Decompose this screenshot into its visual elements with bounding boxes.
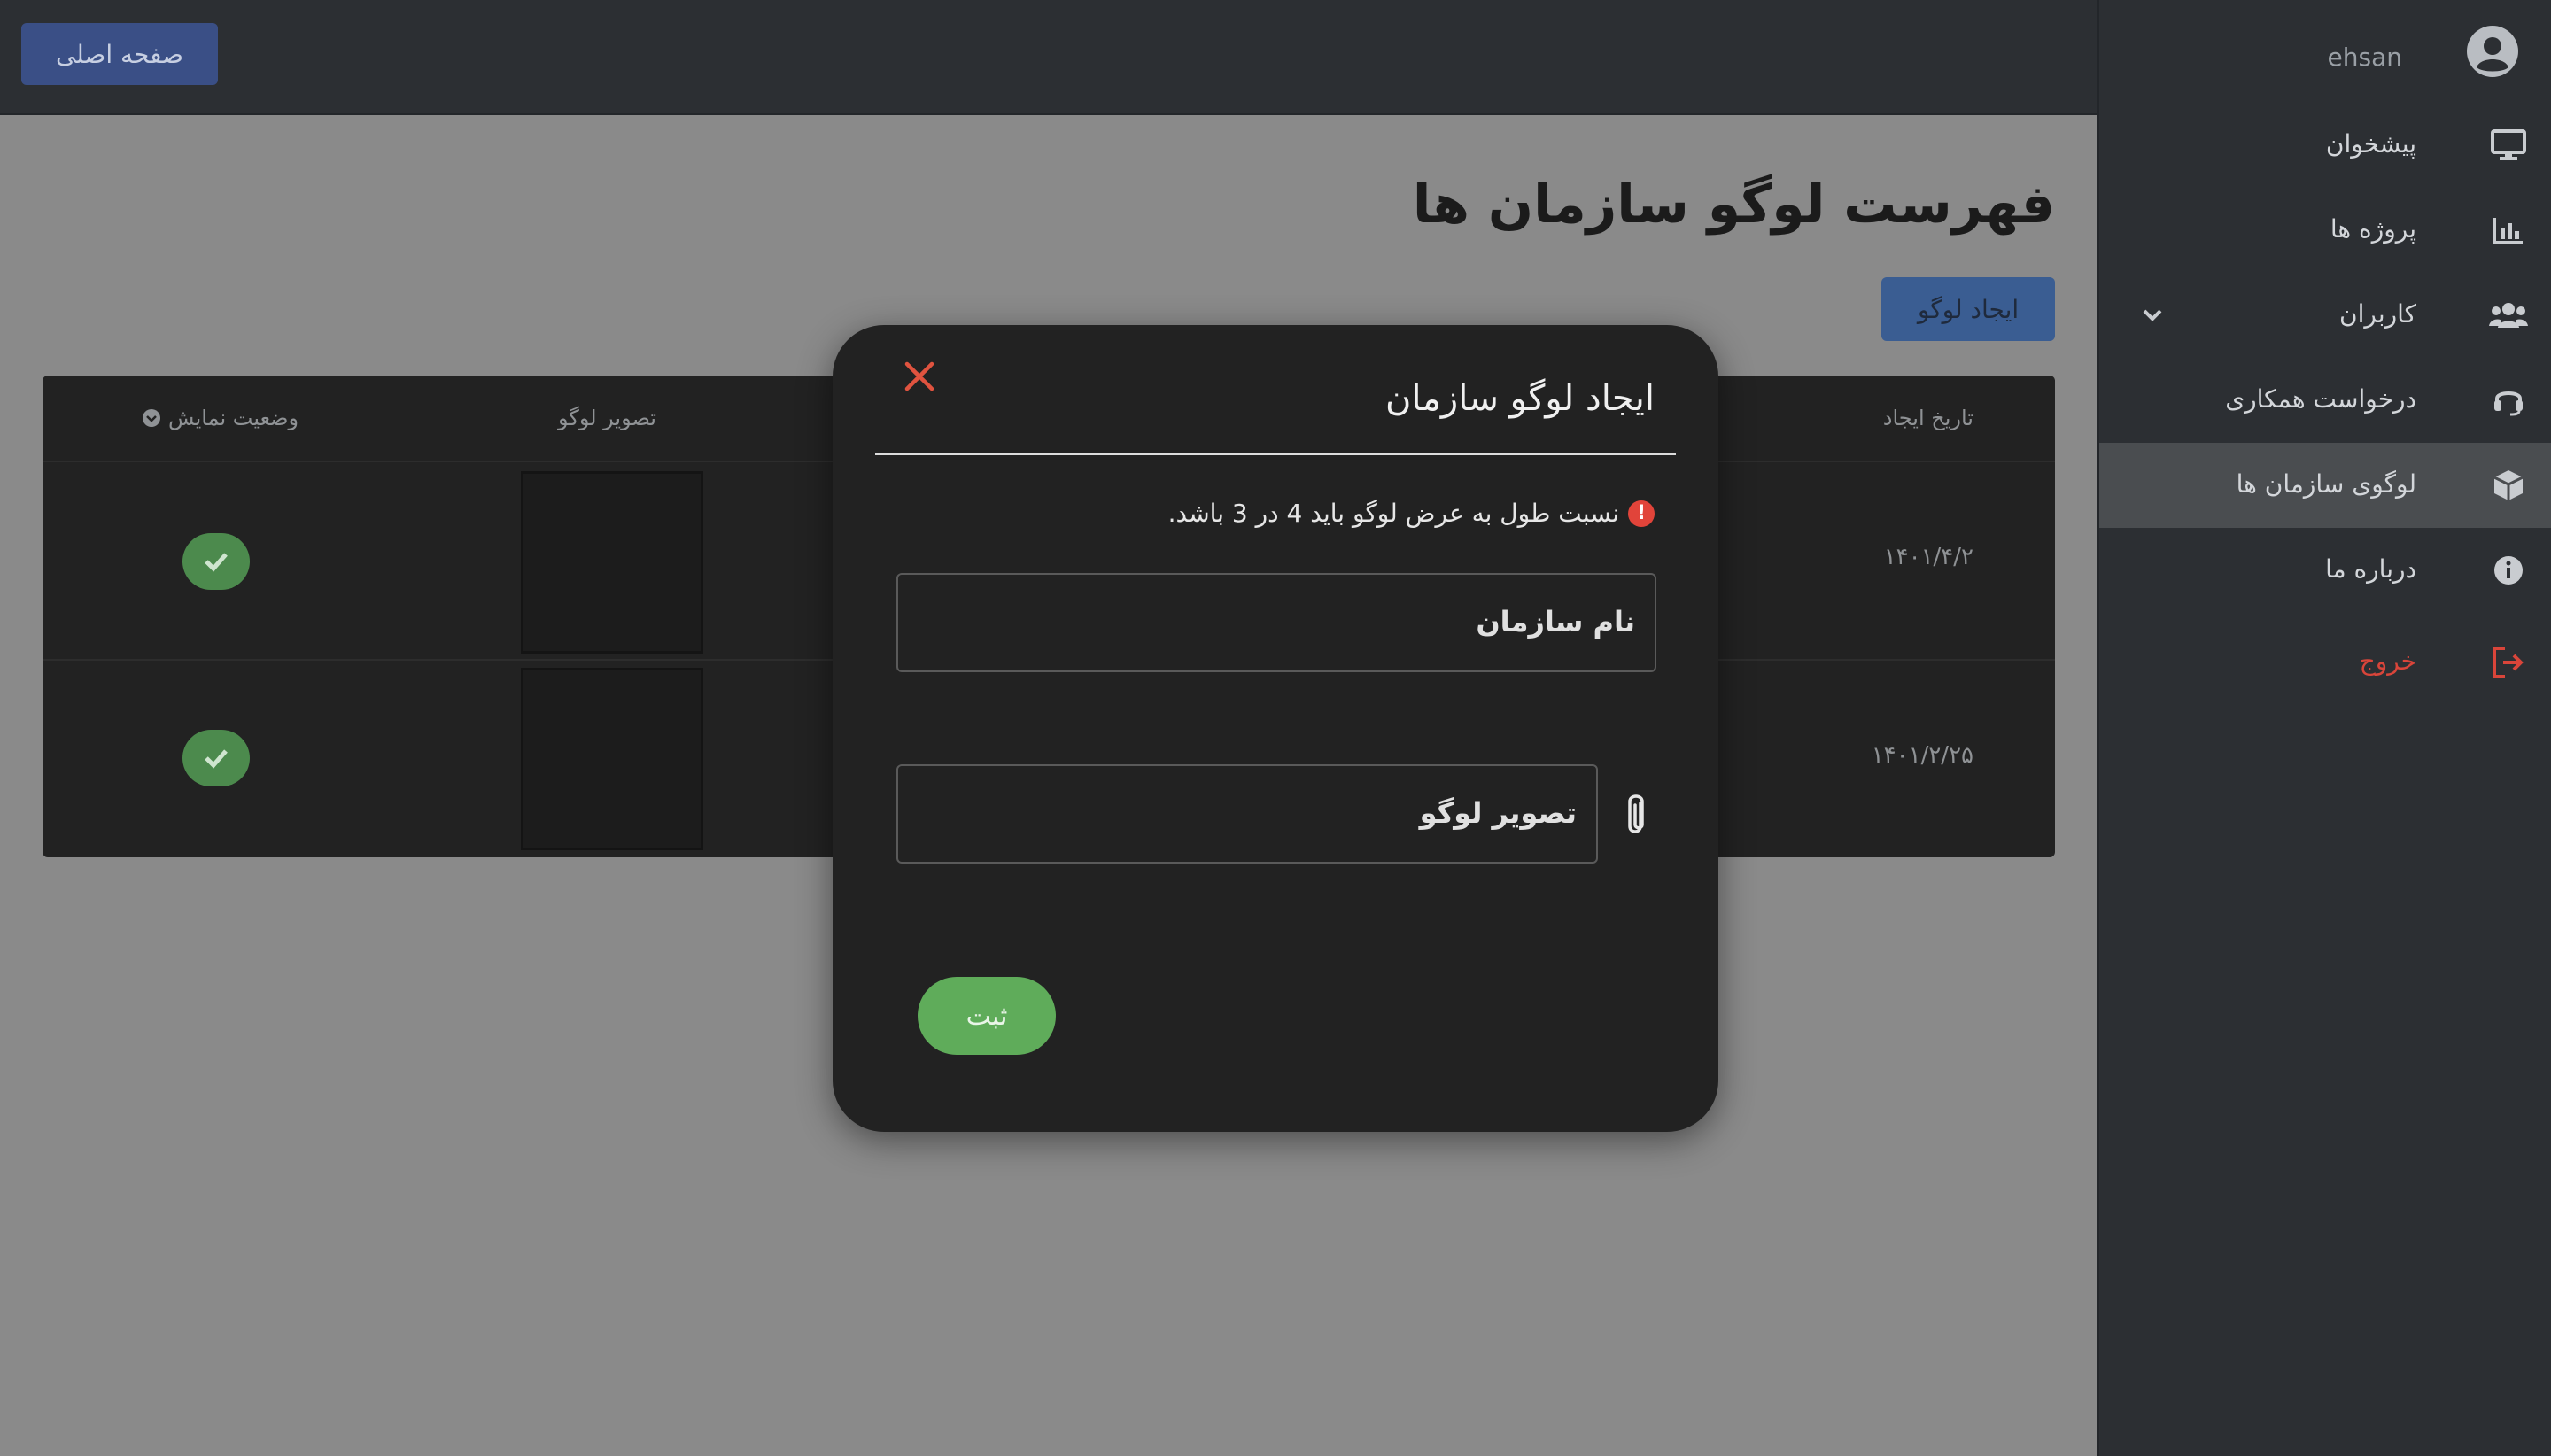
sidebar-item-cooperation[interactable]: درخواست همکاری xyxy=(2099,358,2551,443)
desktop-icon xyxy=(2489,126,2528,165)
paperclip-icon[interactable] xyxy=(1616,791,1655,840)
modal-title: ایجاد لوگو سازمان xyxy=(1384,378,1655,419)
sidebar-item-label: درباره ما xyxy=(2325,554,2416,584)
top-bar: صفحه اصلی xyxy=(0,0,2097,115)
column-header-status-label: وضعیت نمایش xyxy=(168,406,299,430)
column-header-date: تاریخ ایجاد xyxy=(1882,406,1973,430)
ratio-note-text: نسبت طول به عرض لوگو باید 4 در 3 باشد. xyxy=(1167,499,1619,528)
users-icon xyxy=(2489,296,2528,335)
org-name-field[interactable]: نام سازمان xyxy=(896,573,1656,672)
headset-icon xyxy=(2489,381,2528,420)
chevron-down-icon xyxy=(2143,309,2162,321)
exclamation-icon: ! xyxy=(1628,500,1655,527)
info-icon xyxy=(2489,551,2528,590)
divider xyxy=(875,453,1676,455)
home-button[interactable]: صفحه اصلی xyxy=(21,23,218,85)
sidebar-item-label: خروج xyxy=(2359,647,2416,676)
sidebar-item-label: لوگوی سازمان ها xyxy=(2236,469,2416,499)
ratio-note: ! نسبت طول به عرض لوگو باید 4 در 3 باشد. xyxy=(1168,499,1655,528)
close-icon[interactable] xyxy=(900,357,939,396)
box-icon xyxy=(2489,466,2528,505)
created-date: ۱۴۰۱/۴/۲ xyxy=(1883,544,1973,570)
sidebar-item-users[interactable]: کاربران xyxy=(2099,273,2551,358)
logout-icon xyxy=(2489,643,2528,682)
chevron-circle-down-icon[interactable] xyxy=(142,408,161,428)
org-name-placeholder: نام سازمان xyxy=(1476,605,1635,639)
sidebar-item-logout[interactable]: خروج xyxy=(2099,620,2551,705)
sidebar-item-label: کاربران xyxy=(2339,299,2416,329)
sidebar-item-projects[interactable]: پروژه ها xyxy=(2099,188,2551,273)
logo-thumbnail xyxy=(521,668,703,850)
column-header-status: وضعیت نمایش xyxy=(142,406,299,430)
submit-button[interactable]: ثبت xyxy=(918,977,1056,1055)
sidebar: ehsan پیشخوان پروژه ها کاربران درخواست ه… xyxy=(2097,0,2551,1456)
user-name: ehsan xyxy=(2327,43,2402,72)
create-logo-modal: ایجاد لوگو سازمان ! نسبت طول به عرض لوگو… xyxy=(833,325,1718,1132)
create-logo-button[interactable]: ایجاد لوگو xyxy=(1881,277,2055,341)
chart-bar-icon xyxy=(2489,211,2528,250)
logo-thumbnail xyxy=(521,471,703,654)
created-date: ۱۴۰۱/۲/۲۵ xyxy=(1871,742,1973,769)
logo-file-field[interactable]: تصویر لوگو xyxy=(896,764,1598,864)
sidebar-item-label: درخواست همکاری xyxy=(2225,384,2416,414)
page-title: فهرست لوگو سازمان ها xyxy=(1412,174,2055,236)
status-check-icon[interactable] xyxy=(182,533,250,590)
logo-file-placeholder: تصویر لوگو xyxy=(1419,796,1577,830)
sidebar-item-label: پیشخوان xyxy=(2325,129,2416,159)
user-circle-icon xyxy=(2467,26,2518,77)
sidebar-item-org-logos[interactable]: لوگوی سازمان ها xyxy=(2099,443,2551,528)
status-check-icon[interactable] xyxy=(182,730,250,786)
column-header-logo: تصویر لوگو xyxy=(558,406,656,430)
sidebar-item-dashboard[interactable]: پیشخوان xyxy=(2099,103,2551,188)
sidebar-item-about[interactable]: درباره ما xyxy=(2099,528,2551,613)
sidebar-item-label: پروژه ها xyxy=(2330,214,2416,244)
user-profile[interactable]: ehsan xyxy=(2099,0,2551,103)
